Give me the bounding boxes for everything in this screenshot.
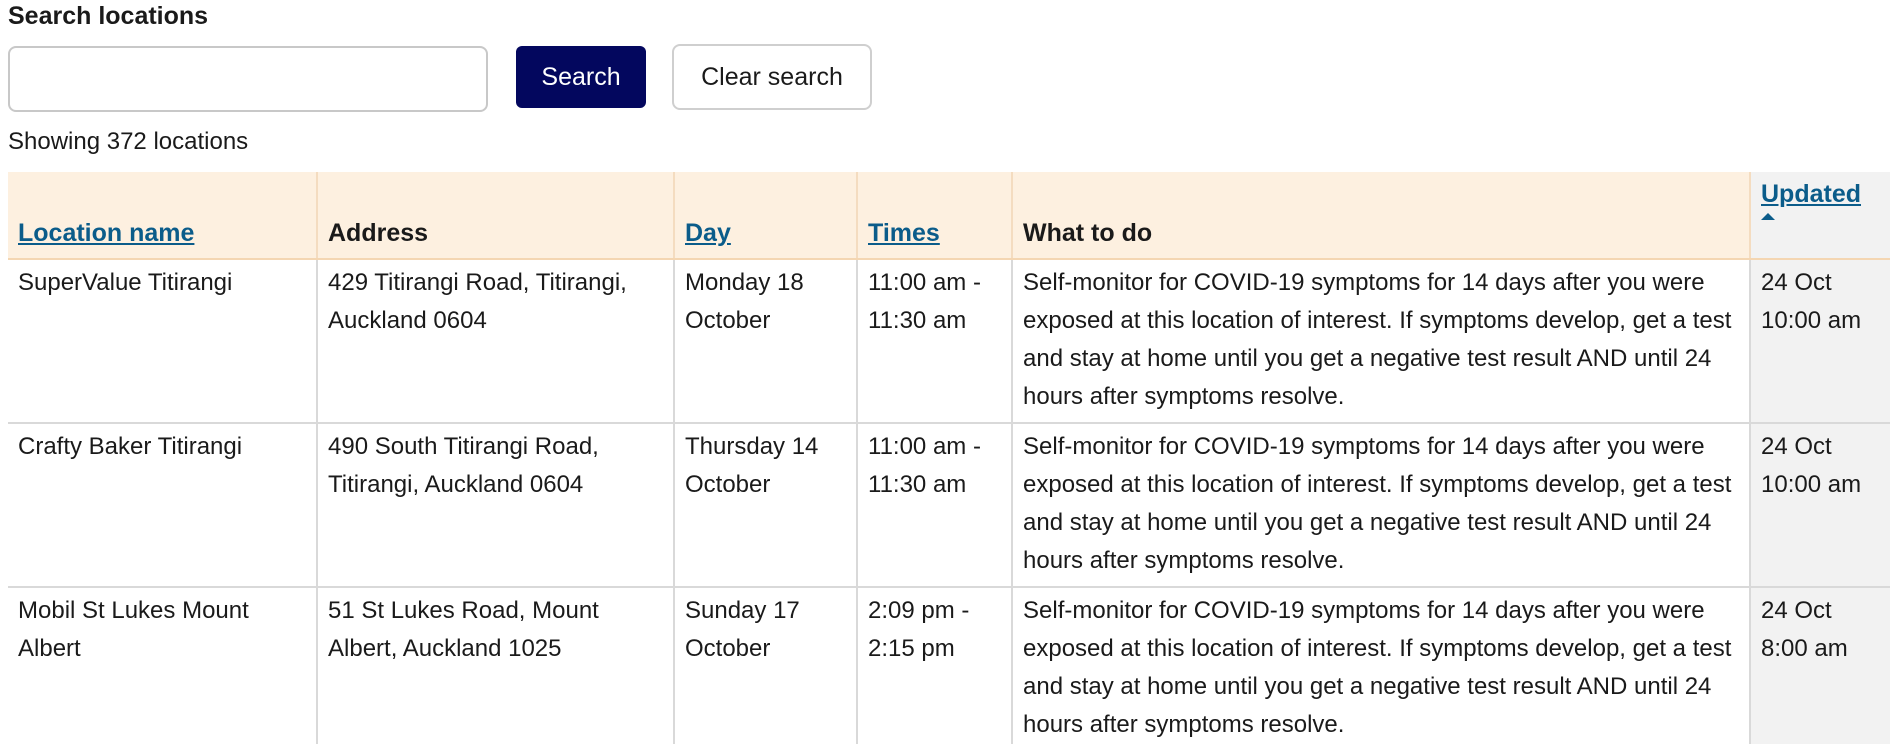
sort-updated-link[interactable]: Updated xyxy=(1761,180,1861,208)
header-day: Day xyxy=(674,172,858,260)
cell-location-name: Crafty Baker Titirangi xyxy=(8,423,318,588)
table-header: Location name Address Day Times What to … xyxy=(8,172,1890,260)
locations-table: Location name Address Day Times What to … xyxy=(8,172,1890,744)
table-row: SuperValue Titirangi 429 Titirangi Road,… xyxy=(8,259,1890,424)
cell-day: Monday 18 October xyxy=(674,259,858,424)
table-row: Crafty Baker Titirangi 490 South Titiran… xyxy=(8,423,1890,588)
sort-times-link[interactable]: Times xyxy=(868,219,940,247)
results-count: Showing 372 locations xyxy=(8,128,249,155)
cell-location-name: SuperValue Titirangi xyxy=(8,259,318,424)
cell-what-to-do: Self-monitor for COVID-19 symptoms for 1… xyxy=(1012,423,1751,588)
locations-page: Search locations Search Clear search Sho… xyxy=(0,0,1890,744)
cell-what-to-do: Self-monitor for COVID-19 symptoms for 1… xyxy=(1012,259,1751,424)
search-label: Search locations xyxy=(8,2,209,30)
header-updated: Updated xyxy=(1750,172,1890,260)
cell-day: Thursday 14 October xyxy=(674,423,858,588)
cell-times: 2:09 pm - 2:15 pm xyxy=(857,587,1013,744)
sort-location-name-link[interactable]: Location name xyxy=(18,219,194,247)
cell-times: 11:00 am - 11:30 am xyxy=(857,259,1013,424)
cell-day: Sunday 17 October xyxy=(674,587,858,744)
cell-address: 51 St Lukes Road, Mount Albert, Auckland… xyxy=(317,587,675,744)
table-body: SuperValue Titirangi 429 Titirangi Road,… xyxy=(8,259,1890,744)
sort-day-link[interactable]: Day xyxy=(685,219,731,247)
header-address: Address xyxy=(317,172,675,260)
cell-address: 490 South Titirangi Road, Titirangi, Auc… xyxy=(317,423,675,588)
cell-times: 11:00 am - 11:30 am xyxy=(857,423,1013,588)
cell-updated: 24 Oct 8:00 am xyxy=(1750,587,1890,744)
cell-what-to-do: Self-monitor for COVID-19 symptoms for 1… xyxy=(1012,587,1751,744)
header-row: Location name Address Day Times What to … xyxy=(8,172,1890,260)
search-button[interactable]: Search xyxy=(516,46,646,108)
clear-search-button[interactable]: Clear search xyxy=(672,44,872,110)
sort-ascending-icon xyxy=(1761,213,1775,220)
search-input[interactable] xyxy=(8,46,488,112)
cell-updated: 24 Oct 10:00 am xyxy=(1750,259,1890,424)
cell-location-name: Mobil St Lukes Mount Albert xyxy=(8,587,318,744)
header-location-name: Location name xyxy=(8,172,318,260)
header-what-to-do: What to do xyxy=(1012,172,1751,260)
table-row: Mobil St Lukes Mount Albert 51 St Lukes … xyxy=(8,587,1890,744)
cell-updated: 24 Oct 10:00 am xyxy=(1750,423,1890,588)
header-times: Times xyxy=(857,172,1013,260)
cell-address: 429 Titirangi Road, Titirangi, Auckland … xyxy=(317,259,675,424)
